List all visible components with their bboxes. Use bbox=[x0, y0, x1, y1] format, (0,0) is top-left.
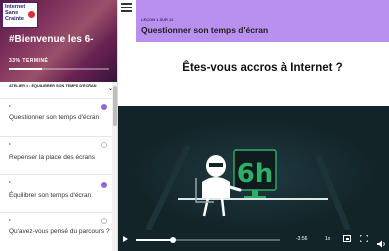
scrollbar-thumb[interactable] bbox=[113, 86, 117, 126]
logo-dot-icon bbox=[28, 11, 35, 18]
course-progress-text: 33% TERMINÉ bbox=[9, 58, 49, 64]
lesson-label: Équilibrer son temps d'écran bbox=[9, 192, 92, 199]
svg-text:6h: 6h bbox=[237, 159, 274, 189]
lesson-count: LEÇON 1 SUR 12 bbox=[141, 17, 174, 22]
seek-handle[interactable] bbox=[170, 236, 177, 243]
sidebar-lesson-1[interactable]: ▸ Questionner son temps d'écran bbox=[0, 99, 112, 137]
fullscreen-icon[interactable] bbox=[360, 235, 368, 242]
video-frame-illustration: 6h bbox=[118, 106, 389, 230]
lesson-title: Questionner son temps d'écran bbox=[141, 25, 269, 35]
lesson-marker: ▸ bbox=[9, 141, 12, 146]
course-sidebar: Internet Sans Crainte #Bienvenue les 6- … bbox=[0, 0, 118, 251]
section-header[interactable]: ATELIER 1 : ÉQUILIBRER SON TEMPS D'ÉCRAN… bbox=[0, 82, 117, 99]
lesson-main: LEÇON 1 SUR 12 Questionner son temps d'é… bbox=[118, 0, 389, 251]
time-remaining: -3:56 bbox=[296, 236, 308, 242]
lesson-label: Repenser la place des écrans bbox=[9, 154, 95, 161]
course-hero-banner: Internet Sans Crainte #Bienvenue les 6- … bbox=[0, 0, 117, 82]
lesson-marker: ▸ bbox=[9, 103, 12, 108]
lesson-marker: ▸ bbox=[9, 179, 12, 184]
course-progress-fill bbox=[9, 68, 42, 70]
lesson-label: Qu'avez-vous pensé du parcours ? bbox=[9, 228, 110, 235]
video-seek-bar[interactable] bbox=[136, 236, 280, 243]
volume-icon[interactable] bbox=[377, 235, 386, 248]
lesson-marker: ▸ bbox=[9, 217, 12, 222]
lesson-incomplete-icon bbox=[101, 218, 107, 224]
menu-icon[interactable] bbox=[121, 3, 132, 12]
sidebar-lesson-4[interactable]: ▸ Qu'avez-vous pensé du parcours ? bbox=[0, 213, 112, 251]
lesson-label: Questionner son temps d'écran bbox=[9, 114, 100, 121]
lesson-complete-icon bbox=[101, 104, 107, 110]
lesson-header bbox=[136, 0, 389, 42]
course-title: #Bienvenue les 6- bbox=[9, 34, 94, 45]
playback-speed-button[interactable]: 1x bbox=[325, 236, 330, 242]
course-progress-bar bbox=[9, 68, 109, 70]
lesson-incomplete-icon bbox=[101, 142, 107, 148]
sidebar-lesson-2[interactable]: ▸ Repenser la place des écrans bbox=[0, 137, 112, 175]
internet-sans-crainte-logo[interactable]: Internet Sans Crainte bbox=[2, 2, 38, 28]
lesson-complete-icon bbox=[101, 182, 107, 188]
lesson-headline: Êtes-vous accros à Internet ? bbox=[182, 62, 343, 74]
video-player[interactable]: 6h -3:56 1x bbox=[118, 106, 389, 251]
page: Internet Sans Crainte #Bienvenue les 6- … bbox=[0, 0, 389, 251]
sidebar-lesson-3[interactable]: ▸ Équilibrer son temps d'écran bbox=[0, 175, 112, 213]
video-controls: -3:56 1x bbox=[118, 230, 389, 251]
section-title: ATELIER 1 : ÉQUILIBRER SON TEMPS D'ÉCRAN bbox=[9, 84, 97, 88]
seek-progress bbox=[136, 239, 174, 241]
captions-icon[interactable] bbox=[343, 235, 351, 242]
play-icon[interactable] bbox=[123, 236, 128, 242]
